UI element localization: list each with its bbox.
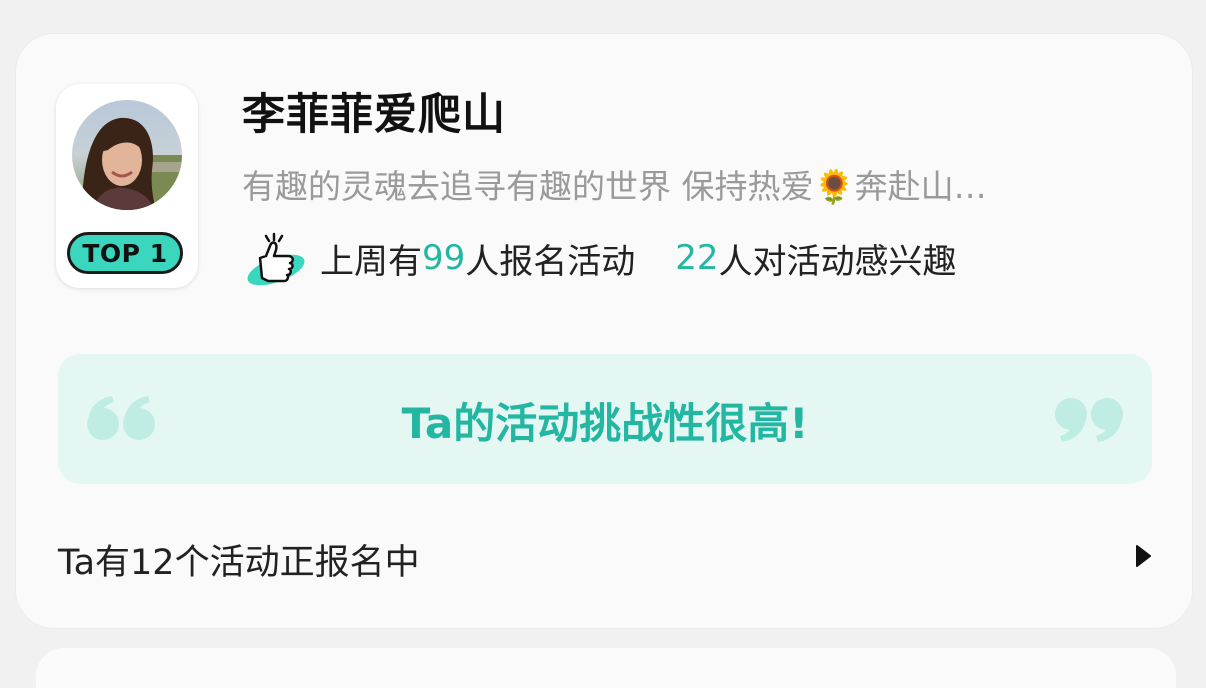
- thumbs-up-icon: [247, 232, 305, 286]
- highlight-quote: Ta的活动挑战性很高!: [58, 354, 1152, 484]
- top-rank-badge: TOP 1: [67, 232, 183, 274]
- stats-prefix: 上周有: [320, 241, 422, 282]
- quote-text: Ta的活动挑战性很高!: [401, 399, 809, 448]
- interest-count: 22: [675, 238, 719, 278]
- activities-label: Ta有12个活动正报名中: [58, 543, 420, 583]
- weekly-stats: 上周有 99 人报名活动 22 人对活动感兴趣: [240, 228, 957, 288]
- play-arrow-icon[interactable]: [1134, 544, 1152, 568]
- organizer-name[interactable]: 李菲菲爱爬山: [242, 80, 506, 142]
- avatar-frame[interactable]: TOP 1: [56, 84, 198, 288]
- signup-count: 99: [422, 238, 466, 278]
- user-avatar-photo: [72, 100, 182, 210]
- organizer-card[interactable]: TOP 1 李菲菲爱爬山 有趣的灵魂去追寻有趣的世界 保持热爱🌻奔赴山… 上周有…: [16, 34, 1192, 628]
- avatar[interactable]: [72, 100, 182, 210]
- interest-suffix: 人对活动感兴趣: [718, 241, 957, 282]
- signup-suffix: 人报名活动: [465, 241, 636, 282]
- next-card-edge: [36, 648, 1176, 688]
- close-quote-icon: [1055, 398, 1123, 442]
- activities-link[interactable]: Ta有12个活动正报名中: [58, 524, 1152, 584]
- organizer-bio: 有趣的灵魂去追寻有趣的世界 保持热爱🌻奔赴山…: [242, 167, 987, 206]
